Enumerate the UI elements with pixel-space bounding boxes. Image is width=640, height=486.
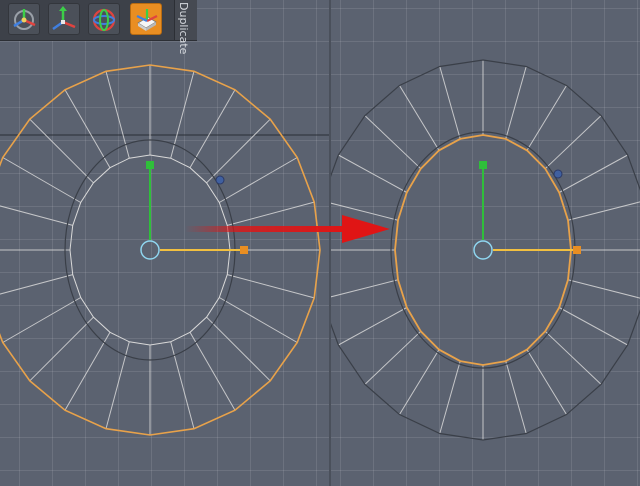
mesh-edge [558,154,628,193]
mesh-edge [544,115,602,170]
mesh-edge [105,341,130,429]
mesh-edge [206,118,271,184]
mesh-edge [330,202,399,221]
rotate-sphere-icon [92,8,116,32]
mesh-edge [526,85,567,151]
gizmo-center-ring [473,240,493,260]
x-axis-grip [573,246,581,254]
mesh-edge [439,66,461,140]
mesh-edge [189,89,236,168]
mesh-edge [29,118,94,184]
mesh-edge [526,349,567,415]
mesh-edge [2,297,81,343]
mesh-edge [399,349,440,415]
z-axis-handle [215,175,225,185]
mesh-edge [64,332,111,411]
x-axis-grip [240,246,248,254]
mesh-edge [399,85,440,151]
y-axis-grip [479,161,487,169]
y-axis-grip [146,161,154,169]
element-move-tool-button[interactable] [130,3,162,35]
mesh-edge [338,307,408,346]
mesh-edge [338,154,408,193]
mesh-edge [364,330,422,385]
mesh-canvas-before[interactable] [0,0,330,486]
mesh-edge [0,274,73,295]
move-tool-button[interactable] [48,3,80,35]
transform-gizmo-icon [13,9,36,30]
mesh-edge [219,297,298,343]
mesh-edge [558,307,628,346]
mesh-canvas-after[interactable] [330,0,640,486]
mesh-edge [206,316,271,382]
mesh-edge [227,201,315,226]
mesh-edge [2,157,81,203]
mesh-edge [64,89,111,168]
mesh-edge [170,71,195,159]
mesh-edge [567,279,640,299]
mesh-edge [544,330,602,385]
viewport-before[interactable] [0,0,330,486]
mesh-edge [505,360,527,434]
side-tab-label: Duplicate [177,2,190,55]
mesh-edge [227,274,315,299]
mesh-edge [439,360,461,434]
z-axis-handle [553,169,563,179]
transform-tool-button[interactable] [8,3,40,35]
mesh-edge [364,115,422,170]
mesh-edge [567,201,640,221]
mesh-edge [219,157,298,203]
mesh-edge [105,71,130,159]
mesh-edge [0,205,73,226]
viewport-divider[interactable] [329,0,331,486]
viewport-after[interactable] [330,0,640,486]
gizmo-center-ring [140,240,160,260]
mesh-edge [330,279,399,298]
mesh-edge [505,66,527,140]
move-axes-icon [52,6,76,31]
element-move-icon [136,9,158,31]
mesh-edge [170,341,195,429]
mesh-edge [189,332,236,411]
rotate-tool-button[interactable] [88,3,120,35]
tool-palette: Duplicate [0,0,197,54]
mesh-edge [29,316,94,382]
